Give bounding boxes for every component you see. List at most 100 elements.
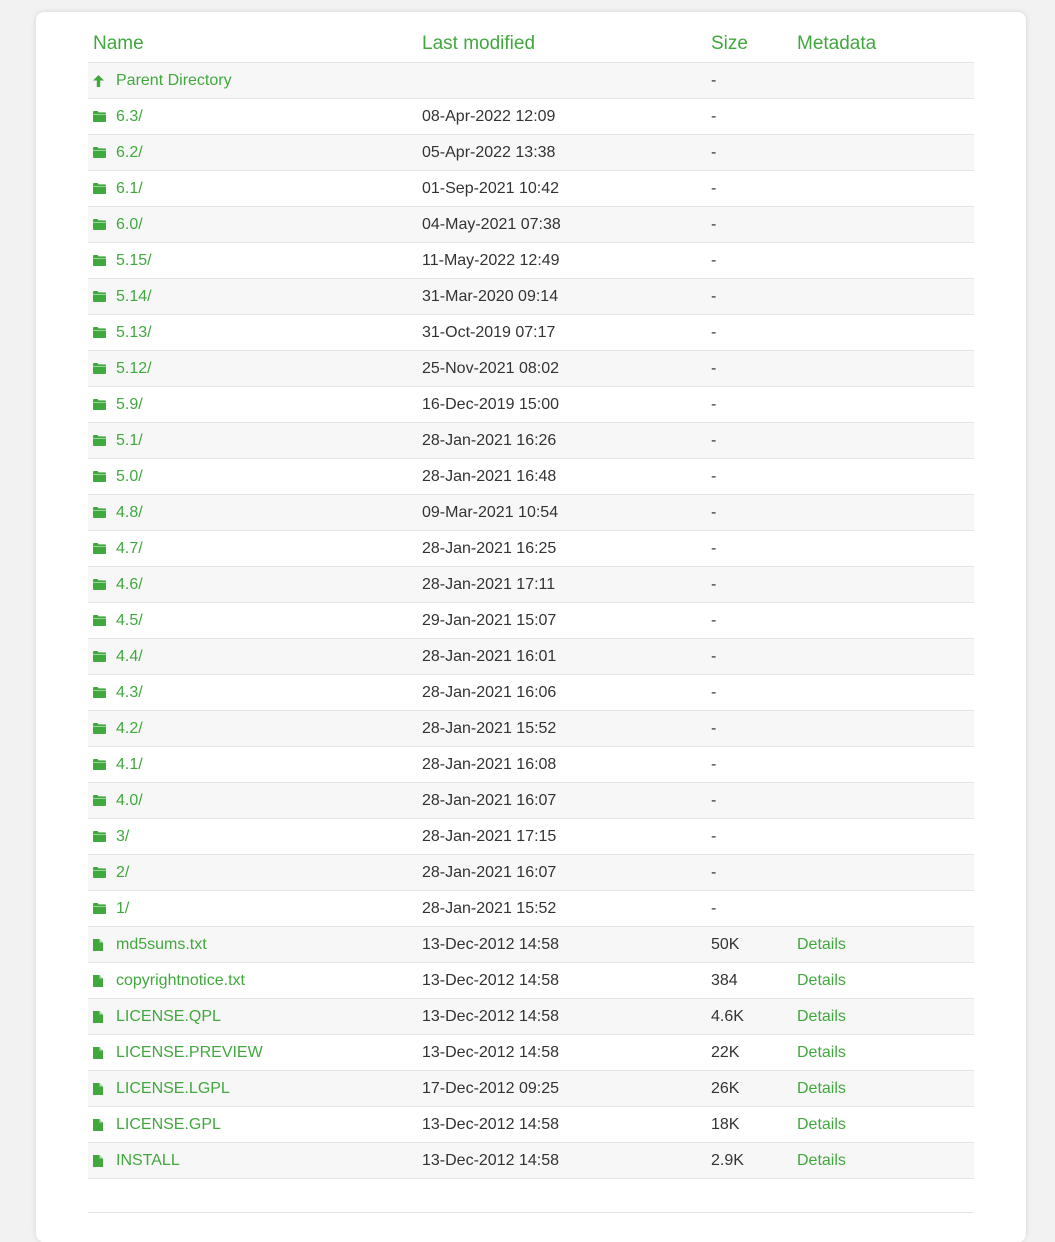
- table-row-file: LICENSE.LGPL 17-Dec-2012 09:25 26K Detai…: [88, 1070, 974, 1107]
- directory-link[interactable]: 5.12/: [116, 360, 152, 378]
- details-link[interactable]: Details: [797, 972, 846, 989]
- details-link[interactable]: Details: [797, 1044, 846, 1061]
- metadata-cell: [792, 62, 974, 99]
- directory-link[interactable]: 3/: [116, 828, 129, 846]
- folder-icon: [93, 399, 111, 410]
- name-cell: 4.1/: [88, 746, 417, 783]
- directory-link[interactable]: 5.13/: [116, 324, 152, 342]
- column-header-name[interactable]: Name: [88, 26, 417, 63]
- size-cell: -: [706, 98, 792, 135]
- parent-directory-link[interactable]: Parent Directory: [116, 72, 232, 90]
- column-header-metadata[interactable]: Metadata: [792, 26, 974, 63]
- directory-link[interactable]: 4.4/: [116, 648, 143, 666]
- table-row-dir: 6.0/ 04-May-2021 07:38 -: [88, 206, 974, 243]
- modified-cell: 31-Mar-2020 09:14: [417, 278, 706, 315]
- table-body: Parent Directory - 6.3/ 08-Apr-2022 12:0…: [88, 62, 974, 1179]
- directory-link[interactable]: 4.1/: [116, 756, 143, 774]
- details-link[interactable]: Details: [797, 936, 846, 953]
- size-cell: -: [706, 602, 792, 639]
- file-icon: [93, 938, 111, 951]
- table-row-dir: 4.1/ 28-Jan-2021 16:08 -: [88, 746, 974, 783]
- folder-icon: [93, 363, 111, 374]
- size-cell: -: [706, 818, 792, 855]
- file-link[interactable]: LICENSE.QPL: [116, 1008, 221, 1026]
- file-link[interactable]: LICENSE.LGPL: [116, 1080, 230, 1098]
- directory-link[interactable]: 4.0/: [116, 792, 143, 810]
- file-link[interactable]: copyrightnotice.txt: [116, 972, 245, 990]
- directory-link[interactable]: 1/: [116, 900, 129, 918]
- modified-cell: 13-Dec-2012 14:58: [417, 1106, 706, 1143]
- metadata-cell: [792, 818, 974, 855]
- column-header-size[interactable]: Size: [706, 26, 792, 63]
- metadata-cell: Details: [792, 1142, 974, 1179]
- size-cell: -: [706, 422, 792, 459]
- file-link[interactable]: LICENSE.GPL: [116, 1116, 221, 1134]
- details-link[interactable]: Details: [797, 1008, 846, 1025]
- modified-cell: 13-Dec-2012 14:58: [417, 1034, 706, 1071]
- file-link[interactable]: LICENSE.PREVIEW: [116, 1044, 263, 1062]
- column-header-last-modified[interactable]: Last modified: [417, 26, 706, 63]
- size-cell: 4.6K: [706, 998, 792, 1035]
- directory-link[interactable]: 6.3/: [116, 108, 143, 126]
- details-link[interactable]: Details: [797, 1080, 846, 1097]
- directory-link[interactable]: 5.1/: [116, 432, 143, 450]
- directory-link[interactable]: 4.5/: [116, 612, 143, 630]
- size-cell: 18K: [706, 1106, 792, 1143]
- directory-link[interactable]: 5.0/: [116, 468, 143, 486]
- table-row-dir: 5.1/ 28-Jan-2021 16:26 -: [88, 422, 974, 459]
- name-cell: 3/: [88, 818, 417, 855]
- modified-cell: 17-Dec-2012 09:25: [417, 1070, 706, 1107]
- modified-cell: 28-Jan-2021 16:25: [417, 530, 706, 567]
- modified-cell: 13-Dec-2012 14:58: [417, 962, 706, 999]
- directory-link[interactable]: 4.2/: [116, 720, 143, 738]
- folder-icon: [93, 255, 111, 266]
- directory-link[interactable]: 4.7/: [116, 540, 143, 558]
- size-cell: 26K: [706, 1070, 792, 1107]
- file-link[interactable]: md5sums.txt: [116, 936, 207, 954]
- table-row-dir: 4.5/ 29-Jan-2021 15:07 -: [88, 602, 974, 639]
- modified-cell: 29-Jan-2021 15:07: [417, 602, 706, 639]
- modified-cell: [417, 62, 706, 99]
- directory-link[interactable]: 5.9/: [116, 396, 143, 414]
- file-icon: [93, 1046, 111, 1059]
- metadata-cell: [792, 134, 974, 171]
- modified-cell: 28-Jan-2021 17:11: [417, 566, 706, 603]
- directory-link[interactable]: 4.3/: [116, 684, 143, 702]
- directory-link[interactable]: 6.0/: [116, 216, 143, 234]
- file-link[interactable]: INSTALL: [116, 1152, 180, 1170]
- size-cell: -: [706, 782, 792, 819]
- directory-link[interactable]: 6.2/: [116, 144, 143, 162]
- metadata-cell: [792, 350, 974, 387]
- name-cell: INSTALL: [88, 1142, 417, 1179]
- folder-icon: [93, 147, 111, 158]
- table-row-dir: 4.0/ 28-Jan-2021 16:07 -: [88, 782, 974, 819]
- directory-link[interactable]: 5.15/: [116, 252, 152, 270]
- table-row-dir: 2/ 28-Jan-2021 16:07 -: [88, 854, 974, 891]
- metadata-cell: [792, 422, 974, 459]
- name-cell: 4.8/: [88, 494, 417, 531]
- name-cell: 5.9/: [88, 386, 417, 423]
- table-row-dir: 5.9/ 16-Dec-2019 15:00 -: [88, 386, 974, 423]
- size-cell: -: [706, 62, 792, 99]
- name-cell: 4.3/: [88, 674, 417, 711]
- metadata-cell: Details: [792, 1070, 974, 1107]
- metadata-cell: [792, 242, 974, 279]
- name-cell: 5.12/: [88, 350, 417, 387]
- name-cell: 5.15/: [88, 242, 417, 279]
- name-cell: 6.2/: [88, 134, 417, 171]
- folder-icon: [93, 111, 111, 122]
- size-cell: 384: [706, 962, 792, 999]
- directory-link[interactable]: 4.8/: [116, 504, 143, 522]
- details-link[interactable]: Details: [797, 1116, 846, 1133]
- directory-link[interactable]: 5.14/: [116, 288, 152, 306]
- table-row-dir: 3/ 28-Jan-2021 17:15 -: [88, 818, 974, 855]
- file-icon: [93, 1154, 111, 1167]
- metadata-cell: [792, 890, 974, 927]
- directory-link[interactable]: 4.6/: [116, 576, 143, 594]
- directory-link[interactable]: 6.1/: [116, 180, 143, 198]
- size-cell: 2.9K: [706, 1142, 792, 1179]
- details-link[interactable]: Details: [797, 1152, 846, 1169]
- metadata-cell: [792, 458, 974, 495]
- size-cell: -: [706, 638, 792, 675]
- directory-link[interactable]: 2/: [116, 864, 129, 882]
